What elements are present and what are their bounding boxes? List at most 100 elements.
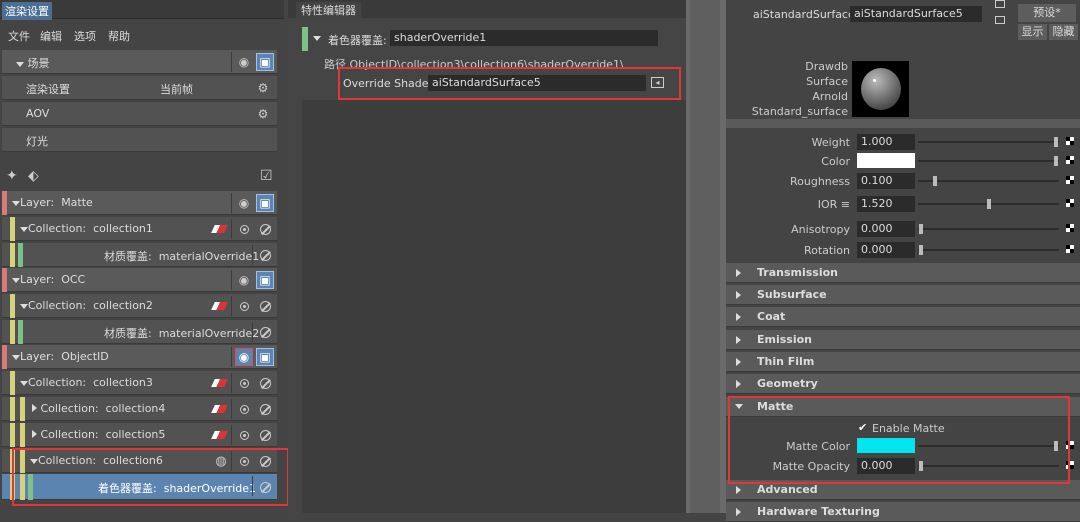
collection-row[interactable]: Collection: collection3 <box>2 371 277 395</box>
scene-row[interactable]: 场景 ◉ ▣ <box>2 50 277 74</box>
color-slider[interactable] <box>918 160 1059 162</box>
layer-row[interactable]: Layer: OCC ◉ ▣ <box>2 268 277 292</box>
disable-icon[interactable] <box>256 246 274 264</box>
add-layer-icon[interactable]: ✦ <box>6 168 18 184</box>
roughness-slider[interactable] <box>918 180 1059 182</box>
highlight-box <box>728 396 1070 484</box>
map-icon[interactable] <box>1066 176 1074 184</box>
disable-icon[interactable] <box>256 323 274 341</box>
override-row[interactable]: 材质覆盖: materialOverride2 <box>2 320 277 344</box>
gear-icon[interactable]: ⚙ <box>254 105 272 123</box>
preset-button[interactable]: 预设* <box>1018 4 1076 22</box>
show-button[interactable]: 显示 <box>1018 24 1047 40</box>
menu-help[interactable]: 帮助 <box>108 28 130 44</box>
weight-field[interactable]: 1.000 <box>857 134 915 150</box>
ior-field[interactable]: 1.520 <box>857 196 915 212</box>
isolate-icon[interactable] <box>235 426 253 444</box>
isolate-icon[interactable] <box>235 400 253 418</box>
weight-slider-knob[interactable] <box>1054 137 1058 147</box>
anisotropy-slider-knob[interactable] <box>919 224 923 234</box>
disable-icon[interactable] <box>256 374 274 392</box>
isolate-icon[interactable] <box>235 220 253 238</box>
expand-icon[interactable] <box>12 201 20 206</box>
map-icon[interactable] <box>1066 156 1074 164</box>
map-icon[interactable] <box>1066 137 1074 145</box>
collection-row[interactable]: Collection: collection1 <box>2 217 277 241</box>
eye-icon[interactable]: ◉ <box>235 53 253 71</box>
map-icon[interactable] <box>1066 224 1074 232</box>
layer-row[interactable]: Layer: Matte ◉ ▣ <box>2 191 277 215</box>
gear-icon[interactable]: ⚙ <box>254 79 272 97</box>
swatch-line: Drawdb <box>805 60 848 73</box>
section-thin-film[interactable]: Thin Film <box>726 352 1080 372</box>
render-icon[interactable]: ▣ <box>256 194 274 212</box>
section-emission[interactable]: Emission <box>726 330 1080 350</box>
expand-icon[interactable] <box>20 381 28 386</box>
node-name-field[interactable]: aiStandardSurface5 <box>850 6 982 22</box>
expand-icon[interactable] <box>20 227 28 232</box>
eye-icon[interactable]: ◉ <box>235 194 253 212</box>
section-subsurface[interactable]: Subsurface <box>726 285 1080 305</box>
eye-icon[interactable]: ◉ <box>235 271 253 289</box>
expand-icon[interactable] <box>313 36 321 41</box>
eye-icon[interactable]: ◉ <box>235 348 253 366</box>
menu-file[interactable]: 文件 <box>8 28 30 44</box>
expand-icon[interactable] <box>12 355 20 360</box>
isolate-icon[interactable] <box>235 297 253 315</box>
specular-header[interactable] <box>726 119 1080 128</box>
render-icon[interactable]: ▣ <box>256 348 274 366</box>
disable-icon[interactable] <box>256 220 274 238</box>
rotation-label: Rotation <box>803 244 850 257</box>
lights-row[interactable]: 灯光 <box>2 128 277 152</box>
import-icon[interactable]: ⬖ <box>28 168 39 184</box>
section-geometry[interactable]: Geometry <box>726 374 1080 394</box>
rotation-field[interactable]: 0.000 <box>857 242 915 258</box>
rotation-slider-knob[interactable] <box>919 245 923 255</box>
menu-options[interactable]: 选项 <box>74 28 96 44</box>
anisotropy-slider[interactable] <box>918 228 1059 230</box>
color-slider-knob[interactable] <box>1054 156 1058 166</box>
map-icon[interactable] <box>1066 245 1074 253</box>
color-swatch[interactable] <box>857 153 915 168</box>
pen-icon[interactable] <box>210 400 228 418</box>
override-name-field[interactable]: shaderOverride1 <box>390 30 658 46</box>
render-icon[interactable]: ▣ <box>256 53 274 71</box>
expand-icon[interactable] <box>20 304 28 309</box>
isolate-icon[interactable] <box>235 374 253 392</box>
collection-row[interactable]: Collection: collection2 <box>2 294 277 318</box>
focus-icon[interactable] <box>995 0 1005 8</box>
section-coat[interactable]: Coat <box>726 307 1080 327</box>
pen-icon[interactable] <box>210 426 228 444</box>
collapse-icon[interactable] <box>32 404 37 412</box>
collection-row[interactable]: Collection: collection4 <box>2 397 277 421</box>
pen-icon[interactable] <box>210 374 228 392</box>
expand-icon[interactable] <box>12 278 20 283</box>
render-settings-row[interactable]: 渲染设置 当前帧 ⚙ <box>2 76 277 100</box>
roughness-slider-knob[interactable] <box>932 176 937 186</box>
anisotropy-field[interactable]: 0.000 <box>857 221 915 237</box>
section-transmission[interactable]: Transmission <box>726 263 1080 283</box>
hide-button[interactable]: 隐藏 <box>1049 24 1078 40</box>
collapse-icon[interactable] <box>32 430 37 438</box>
render-settings-label: 渲染设置 <box>26 83 70 96</box>
section-hardware-texturing[interactable]: Hardware Texturing <box>726 502 1080 522</box>
rotation-slider[interactable] <box>918 249 1059 251</box>
aov-row[interactable]: AOV ⚙ <box>2 102 277 126</box>
disable-icon[interactable] <box>256 400 274 418</box>
weight-slider[interactable] <box>918 141 1059 143</box>
roughness-field[interactable]: 0.100 <box>857 173 915 189</box>
output-icon[interactable] <box>995 16 1005 24</box>
disable-icon[interactable] <box>256 297 274 315</box>
disable-icon[interactable] <box>256 426 274 444</box>
ior-slider-knob[interactable] <box>986 199 991 209</box>
expand-icon[interactable] <box>16 62 24 67</box>
pen-icon[interactable] <box>210 220 228 238</box>
override-row[interactable]: 材质覆盖: materialOverride1 <box>2 243 277 267</box>
pen-icon[interactable] <box>210 297 228 315</box>
checklist-icon[interactable]: ☑ <box>260 168 273 184</box>
layer-row[interactable]: Layer: ObjectID ◉ ▣ <box>2 345 277 369</box>
map-icon[interactable] <box>1066 199 1074 207</box>
menu-edit[interactable]: 编辑 <box>40 28 62 44</box>
render-icon[interactable]: ▣ <box>256 271 274 289</box>
collection-row[interactable]: Collection: collection5 <box>2 423 277 447</box>
